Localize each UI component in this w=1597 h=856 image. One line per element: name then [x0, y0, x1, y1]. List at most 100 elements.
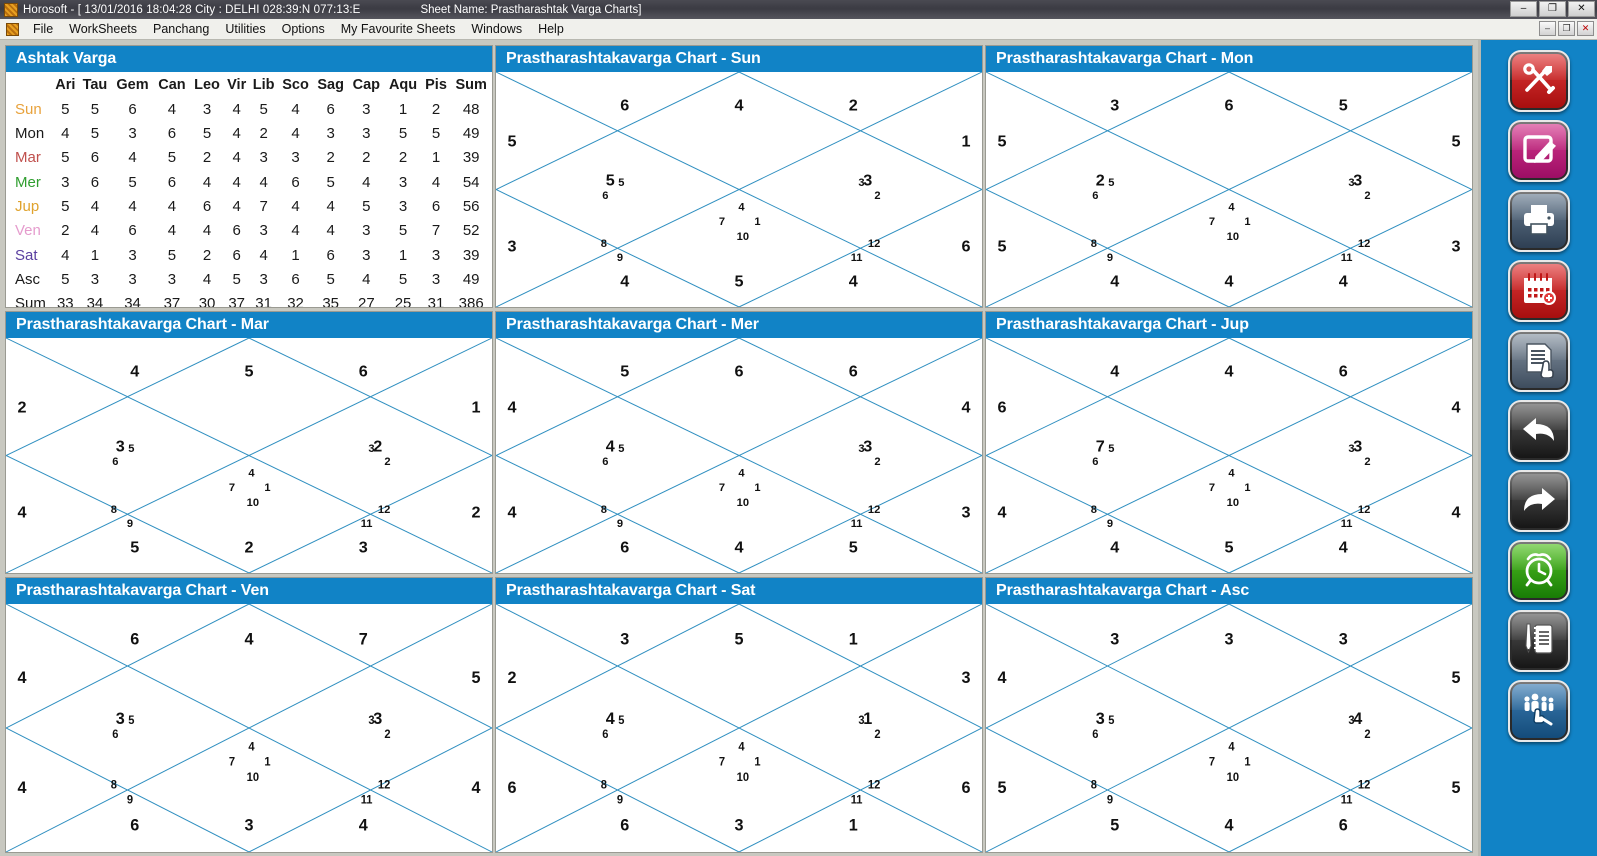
mdi-restore-button[interactable]: ❐ [1558, 21, 1575, 36]
back-button[interactable] [1508, 400, 1570, 462]
table-cell: 2 [398, 149, 408, 167]
forward-button[interactable] [1508, 470, 1570, 532]
table-header-tau: Tau [82, 77, 108, 93]
house-number-12: 12 [1358, 238, 1370, 250]
house-number-1: 1 [1244, 216, 1250, 228]
house-number-6: 6 [112, 456, 118, 468]
bindu-value-house-2: 4 [1110, 362, 1119, 380]
table-cell: 4 [291, 124, 300, 142]
arrow-back-icon [1520, 410, 1558, 453]
table-cell: 2 [259, 124, 268, 142]
table-cell: 5 [326, 173, 335, 191]
table-cell: 30 [198, 295, 216, 307]
table-cell: 37 [228, 295, 246, 307]
house-number-2: 2 [1364, 729, 1370, 741]
edit-button[interactable] [1508, 120, 1570, 182]
menu-item-my-favourite-sheets[interactable]: My Favourite Sheets [333, 20, 464, 38]
print-button[interactable] [1508, 190, 1570, 252]
maximize-button[interactable]: ❐ [1539, 1, 1566, 17]
minimize-button[interactable]: – [1510, 1, 1537, 17]
table-cell: 3 [128, 246, 137, 264]
printer-icon [1520, 200, 1558, 243]
table-row: Mar 5 6 4 5 2 4 3 3 2 2 2 1 39 [6, 146, 492, 170]
notes-button[interactable] [1508, 610, 1570, 672]
table-cell: 4 [128, 149, 137, 167]
house-number-8: 8 [111, 504, 117, 516]
table-cell: 6 [326, 100, 335, 118]
table-row: Jup 5 4 4 4 6 4 7 4 4 5 3 6 56 [6, 195, 492, 219]
bindu-value-house-1: 3 [1224, 630, 1233, 648]
table-cell: 5 [167, 246, 177, 264]
house-number-2: 2 [874, 729, 880, 741]
chart-body-sun: 1 2 3 4 5 6 7 8 9 10 11 12 4 6 5 5 3 4 5 4 6 3 1 2 [496, 72, 982, 307]
select-sheet-button[interactable] [1508, 330, 1570, 392]
mdi-close-button[interactable]: ✕ [1577, 21, 1594, 36]
bindu-value-house-5: 4 [508, 503, 517, 521]
menu-item-panchang[interactable]: Panchang [145, 20, 217, 38]
sheet-name-label: Sheet Name: Prastharashtak Varga Charts] [420, 3, 642, 16]
house-number-7: 7 [719, 216, 725, 228]
bindu-value-house-10: 3 [1353, 172, 1362, 190]
bindu-value-house-12: 6 [849, 362, 858, 380]
table-cell: 5 [167, 149, 177, 167]
bindu-value-house-1: 6 [1224, 96, 1233, 114]
bindu-value-house-10: 4 [1353, 710, 1363, 728]
house-number-6: 6 [1092, 190, 1098, 202]
sheet-panel-area: Ashtak Varga Ari Tau Gem Can Leo Vir Lib Sco Sag… [0, 40, 1478, 856]
bindu-value-house-5: 5 [998, 237, 1007, 255]
group-select-icon [1520, 690, 1558, 733]
panel-title-chart-sun: Prastharashtakavarga Chart - Sun [496, 46, 982, 72]
house-number-2: 2 [1364, 456, 1370, 468]
house-number-1: 1 [754, 216, 760, 228]
panel-ashtak-varga: Ashtak Varga Ari Tau Gem Can Leo Vir Lib Sco Sag… [5, 45, 493, 308]
menu-item-windows[interactable]: Windows [463, 20, 530, 38]
add-event-button[interactable] [1508, 260, 1570, 322]
house-number-9: 9 [1107, 518, 1113, 530]
alarm-button[interactable] [1508, 540, 1570, 602]
table-cell: 3 [259, 271, 268, 288]
bindu-value-house-4: 4 [606, 710, 616, 728]
table-cell: 39 [462, 149, 480, 167]
close-button[interactable]: ✕ [1568, 1, 1595, 17]
bindu-value-house-2: 3 [1110, 96, 1119, 114]
house-number-12: 12 [1358, 779, 1370, 791]
mdi-child-controls: – ❐ ✕ [1539, 21, 1594, 36]
bindu-value-house-7: 3 [734, 816, 743, 834]
menu-item-worksheets[interactable]: WorkSheets [61, 20, 145, 38]
menu-item-file[interactable]: File [25, 20, 61, 38]
menu-item-utilities[interactable]: Utilities [217, 20, 273, 38]
house-number-4: 4 [1228, 468, 1235, 480]
table-cell: 6 [202, 197, 212, 215]
group-button[interactable] [1508, 680, 1570, 742]
menu-item-help[interactable]: Help [530, 20, 572, 38]
house-number-4: 4 [1228, 741, 1235, 753]
bindu-value-house-12: 5 [1339, 96, 1348, 114]
house-number-9: 9 [127, 518, 133, 530]
tools-button[interactable] [1508, 50, 1570, 112]
table-cell: 39 [462, 246, 480, 264]
bindu-value-house-10: 3 [1353, 438, 1362, 456]
house-number-10: 10 [247, 772, 259, 784]
bindu-value-house-11: 1 [961, 133, 970, 151]
table-cell: 37 [163, 295, 181, 307]
menu-bar: File WorkSheets Panchang Utilities Optio… [0, 19, 1597, 40]
bindu-value-house-11: 5 [471, 669, 480, 687]
workspace: Ashtak Varga Ari Tau Gem Can Leo Vir Lib Sco Sag… [0, 40, 1597, 856]
chart-body-jup: 1 2 3 4 5 6 7 8 9 10 11 12 4 4 6 7 4 4 5 4 4 3 4 6 [986, 338, 1472, 573]
mdi-minimize-button[interactable]: – [1539, 21, 1556, 36]
house-number-11: 11 [851, 794, 863, 806]
menu-item-options[interactable]: Options [274, 20, 333, 38]
table-cell: 56 [462, 197, 480, 215]
table-cell: 6 [326, 246, 335, 264]
bindu-value-house-4: 7 [1096, 438, 1105, 456]
bindu-value-house-11: 1 [471, 399, 480, 417]
table-cell: 7 [259, 197, 268, 215]
bindu-value-house-2: 4 [130, 362, 139, 380]
house-number-2: 2 [874, 190, 880, 202]
table-cell: 31 [255, 295, 272, 307]
house-number-11: 11 [1341, 794, 1353, 806]
table-cell: 5 [61, 149, 70, 167]
table-cell: 3 [291, 149, 300, 167]
bindu-value-house-9: 4 [471, 779, 481, 797]
table-header-gem: Gem [116, 77, 149, 93]
